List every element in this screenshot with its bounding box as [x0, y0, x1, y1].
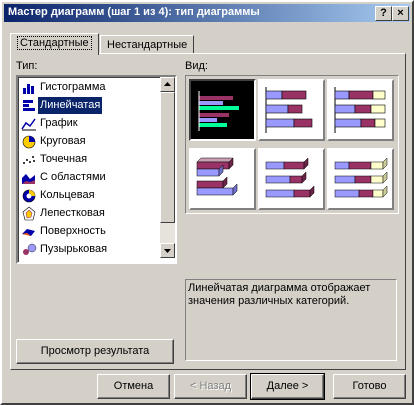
chart-type-item[interactable]: Точечная: [20, 151, 158, 168]
chart-type-item[interactable]: Гистограмма: [20, 79, 158, 96]
chart-type-list[interactable]: Гистограмма Линейчатая График Круговая Точеч…: [16, 75, 177, 264]
description-text: Линейчатая диаграмма отображает значения…: [188, 282, 371, 307]
chart-type-item[interactable]: График: [20, 115, 158, 132]
chart-type-label: График: [40, 117, 78, 129]
description-box: Линейчатая диаграмма отображает значения…: [185, 279, 397, 361]
next-button[interactable]: Далее >: [250, 373, 325, 400]
chart-type-label: С областями: [40, 171, 106, 183]
finish-button[interactable]: Готово: [333, 374, 406, 399]
scroll-down-button[interactable]: [160, 243, 175, 258]
chart-type-item[interactable]: Лепестковая: [20, 205, 158, 222]
chart-type-label: Линейчатая: [38, 97, 103, 114]
scroll-up-button[interactable]: [160, 77, 175, 92]
stacked-bar-icon: [265, 87, 313, 133]
close-button[interactable]: ×: [392, 6, 409, 21]
3d-percent-stacked-bar-icon: [334, 157, 388, 198]
subtype-3d-stacked-bar[interactable]: [258, 148, 325, 210]
tab-standard[interactable]: Стандартные: [10, 33, 99, 55]
title-bar: Мастер диаграмм (шаг 1 из 4): тип диагра…: [4, 4, 410, 22]
pie-chart-icon: [21, 134, 37, 149]
chart-type-label: Поверхность: [40, 225, 106, 237]
chart-type-label: Гистограмма: [40, 81, 106, 93]
chart-type-label: Кольцевая: [40, 189, 95, 201]
surface-chart-icon: [21, 224, 37, 239]
arrow-up-icon: [164, 82, 171, 86]
chart-type-scrollbar[interactable]: [160, 77, 175, 258]
view-label: Вид:: [185, 60, 208, 72]
chart-type-item[interactable]: Кольцевая: [20, 187, 158, 204]
bubble-chart-icon: [21, 242, 37, 257]
chart-type-item[interactable]: С областями: [20, 169, 158, 186]
area-chart-icon: [21, 170, 37, 185]
column-chart-icon: [21, 80, 37, 95]
arrow-down-icon: [164, 249, 171, 253]
chart-type-item[interactable]: Линейчатая: [20, 97, 158, 114]
chart-type-label: Точечная: [40, 153, 88, 165]
chart-type-item[interactable]: Круговая: [20, 133, 158, 150]
subtype-stacked-bar[interactable]: [258, 79, 325, 141]
preview-button[interactable]: Просмотр результата: [16, 339, 174, 364]
help-button[interactable]: ?: [375, 6, 392, 21]
percent-stacked-bar-icon: [334, 87, 386, 133]
scroll-thumb[interactable]: [160, 92, 175, 223]
chart-type-label: Лепестковая: [40, 207, 105, 219]
cancel-button[interactable]: Отмена: [97, 374, 170, 399]
doughnut-chart-icon: [21, 188, 37, 203]
tab-standard-label: Стандартные: [17, 36, 92, 50]
chart-wizard-dialog: Мастер диаграмм (шаг 1 из 4): тип диагра…: [0, 0, 414, 405]
3d-clustered-bar-icon: [196, 157, 238, 196]
tab-custom[interactable]: Нестандартные: [100, 35, 195, 54]
subtype-3d-100-stacked-bar[interactable]: [327, 148, 394, 210]
chart-type-item[interactable]: Поверхность: [20, 223, 158, 240]
subtype-clustered-bar[interactable]: [189, 79, 256, 141]
subtype-100-stacked-bar[interactable]: [327, 79, 394, 141]
chart-type-item[interactable]: Пузырьковая: [20, 241, 158, 258]
chart-type-label: Пузырьковая: [40, 243, 108, 255]
bar-chart-icon: [21, 98, 37, 113]
chart-type-label: Круговая: [40, 135, 86, 147]
line-chart-icon: [21, 116, 37, 131]
subtype-3d-clustered-bar[interactable]: [189, 148, 256, 210]
tab-custom-label: Нестандартные: [107, 39, 188, 51]
type-label: Тип:: [16, 60, 38, 72]
3d-stacked-bar-icon: [265, 157, 315, 198]
radar-chart-icon: [21, 206, 37, 221]
window-title: Мастер диаграмм (шаг 1 из 4): тип диагра…: [8, 6, 260, 18]
chart-subtype-grid: [185, 75, 399, 214]
clustered-bar-icon: [198, 91, 239, 131]
scatter-chart-icon: [21, 152, 37, 167]
back-button[interactable]: < Назад: [174, 374, 247, 399]
